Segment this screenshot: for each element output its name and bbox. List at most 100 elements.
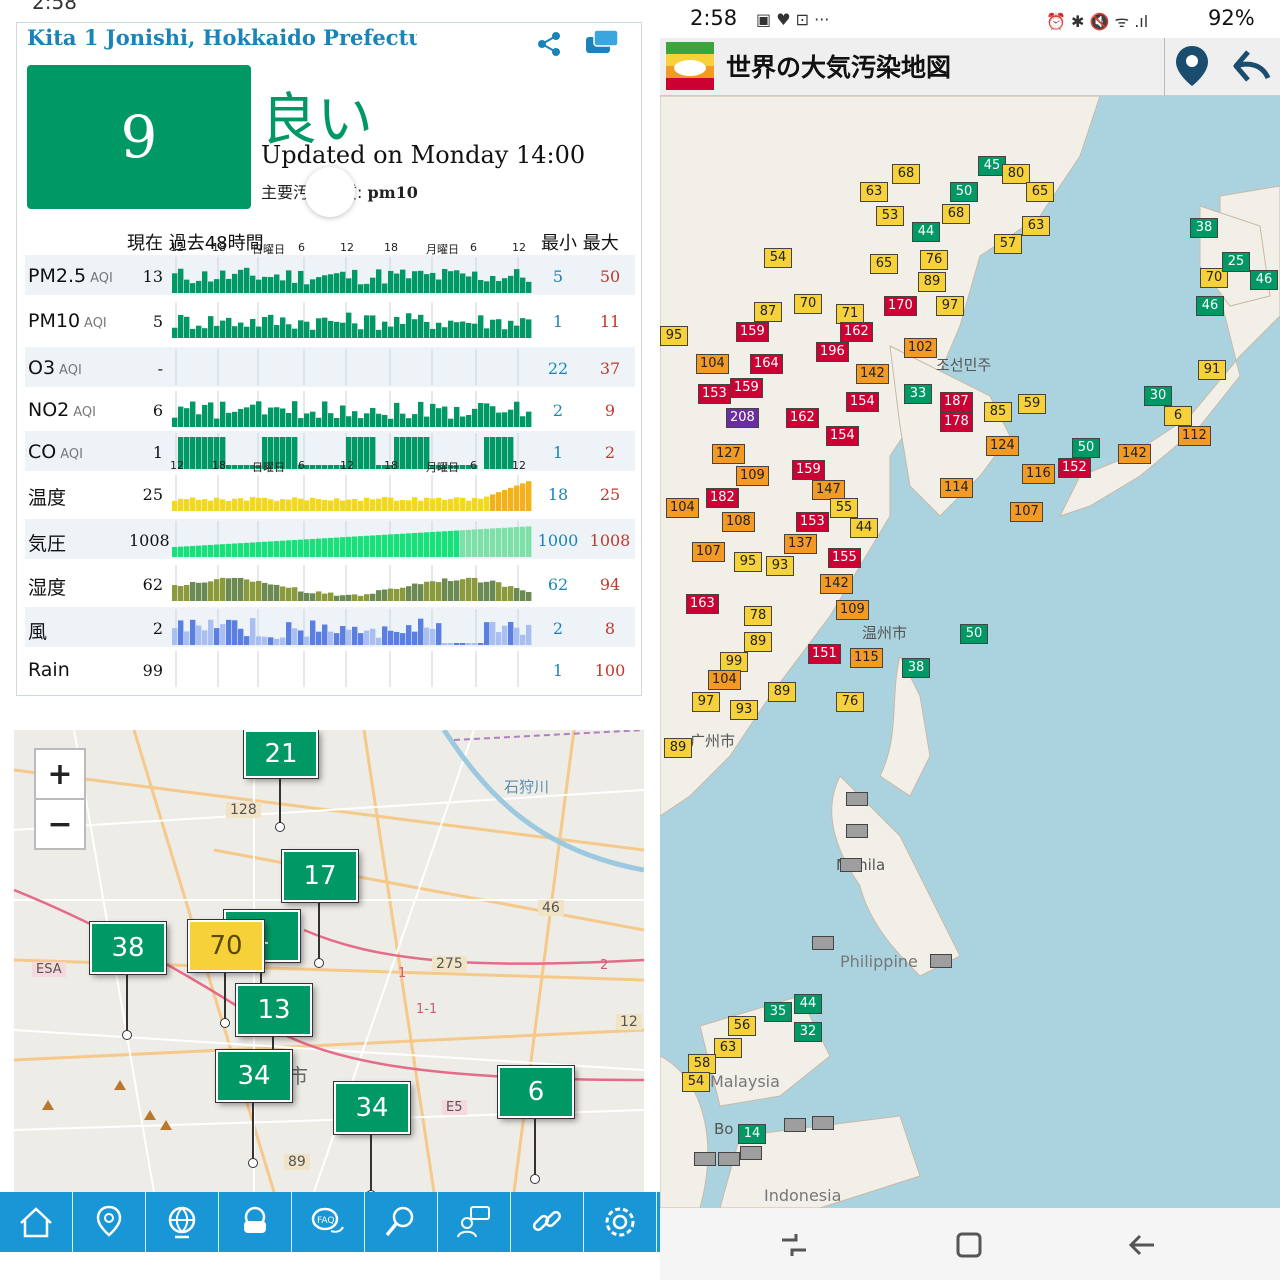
aqi-marker[interactable]: 182 (706, 488, 739, 508)
back-arrow-icon[interactable] (1232, 48, 1272, 84)
aqi-marker[interactable]: 44 (850, 518, 878, 538)
no-data-marker[interactable] (694, 1152, 716, 1166)
aqi-marker[interactable]: 38 (1190, 218, 1218, 238)
aqi-marker[interactable]: 78 (744, 606, 772, 626)
aqi-marker[interactable]: 68 (942, 204, 970, 224)
aqi-marker[interactable]: 53 (876, 206, 904, 226)
aqi-marker[interactable]: 54 (682, 1072, 710, 1092)
nav-button-location-pin[interactable] (73, 1192, 146, 1252)
aqi-marker[interactable]: 112 (1178, 426, 1211, 446)
aqi-marker[interactable]: 196 (816, 342, 849, 362)
aqi-marker[interactable]: 57 (994, 234, 1022, 254)
aqi-marker[interactable]: 30 (1144, 386, 1172, 406)
aqi-marker[interactable]: 97 (692, 692, 720, 712)
aqi-marker[interactable]: 65 (1026, 182, 1054, 202)
aqi-marker[interactable]: 25 (1222, 252, 1250, 272)
aqi-marker[interactable]: 14 (738, 1124, 766, 1144)
back-button-icon[interactable] (1126, 1230, 1158, 1260)
no-data-marker[interactable] (846, 792, 868, 806)
aqi-marker[interactable]: 107 (1010, 502, 1043, 522)
aqi-marker[interactable]: 159 (736, 322, 769, 342)
aqi-marker[interactable]: 115 (850, 648, 883, 668)
no-data-marker[interactable] (846, 824, 868, 838)
aqi-marker[interactable]: 54 (764, 248, 792, 268)
station-name[interactable]: Kita 1 Jonishi, Hokkaido Prefecture (27, 25, 417, 50)
aqi-marker[interactable]: 108 (722, 512, 755, 532)
aqi-marker[interactable]: 89 (744, 632, 772, 652)
nav-button-globe[interactable] (146, 1192, 219, 1252)
aqi-marker[interactable]: 63 (860, 182, 888, 202)
aqi-marker[interactable]: 95 (660, 326, 688, 346)
aqi-marker[interactable]: 187 (940, 392, 973, 412)
aqi-marker[interactable]: 170 (884, 296, 917, 316)
aqi-marker[interactable]: 109 (736, 466, 769, 486)
aqi-marker[interactable]: 44 (912, 222, 940, 242)
aqi-marker[interactable]: 89 (664, 738, 692, 758)
no-data-marker[interactable] (812, 1116, 834, 1130)
compare-icon[interactable] (584, 27, 620, 57)
nav-button-mask[interactable] (219, 1192, 292, 1252)
aqi-marker[interactable]: 151 (808, 644, 841, 664)
aqi-marker[interactable]: 85 (984, 402, 1012, 422)
aqi-marker[interactable]: 154 (846, 392, 879, 412)
nav-button-search[interactable] (365, 1192, 438, 1252)
location-pin-icon[interactable] (1174, 44, 1210, 88)
zoom-in-button[interactable]: + (34, 748, 86, 800)
aqi-marker[interactable]: 80 (1002, 164, 1030, 184)
aqi-marker[interactable]: 107 (692, 542, 725, 562)
aqi-marker[interactable]: 46 (1250, 270, 1278, 290)
aqi-marker[interactable]: 114 (940, 478, 973, 498)
no-data-marker[interactable] (812, 936, 834, 950)
aqi-marker[interactable]: 63 (1022, 216, 1050, 236)
aqi-marker[interactable]: 178 (940, 412, 973, 432)
aqi-marker[interactable]: 124 (986, 436, 1019, 456)
nav-button-faq[interactable]: FAQ (292, 1192, 365, 1252)
nav-button-feedback[interactable] (438, 1192, 511, 1252)
aqi-marker[interactable]: 70 (794, 294, 822, 314)
aqi-marker[interactable]: 93 (766, 556, 794, 576)
aqi-marker[interactable]: 44 (794, 994, 822, 1014)
aqi-marker[interactable]: 58 (688, 1054, 716, 1074)
aqi-marker[interactable]: 50 (960, 624, 988, 644)
aqi-marker[interactable]: 104 (708, 670, 741, 690)
aqi-marker[interactable]: 127 (712, 444, 745, 464)
aqi-marker[interactable]: 159 (730, 378, 763, 398)
no-data-marker[interactable] (740, 1146, 762, 1160)
aqi-marker[interactable]: 142 (856, 364, 889, 384)
aqi-marker[interactable]: 102 (904, 338, 937, 358)
zoom-out-button[interactable]: − (34, 798, 86, 850)
aqi-marker[interactable]: 163 (686, 594, 719, 614)
aqi-marker[interactable]: 164 (750, 354, 783, 374)
aqi-marker[interactable]: 59 (1018, 394, 1046, 414)
aqi-marker[interactable]: 153 (698, 384, 731, 404)
aqi-marker[interactable]: 159 (792, 460, 825, 480)
no-data-marker[interactable] (784, 1118, 806, 1132)
aqi-marker[interactable]: 89 (918, 272, 946, 292)
aqi-marker[interactable]: 91 (1198, 360, 1226, 380)
aqi-marker[interactable]: 55 (830, 498, 858, 518)
aqi-marker[interactable]: 56 (728, 1016, 756, 1036)
asia-map[interactable]: 조선민주 温州市 Philippine Malaysia Indonesia M… (660, 96, 1280, 1208)
aqi-marker[interactable]: 152 (1058, 458, 1091, 478)
aqi-marker[interactable]: 33 (904, 384, 932, 404)
aqi-marker[interactable]: 38 (902, 658, 930, 678)
aqi-marker[interactable]: 99 (720, 652, 748, 672)
aqi-marker[interactable]: 50 (1072, 438, 1100, 458)
aqi-marker[interactable]: 95 (734, 552, 762, 572)
aqi-marker[interactable]: 71 (836, 304, 864, 324)
aqi-marker[interactable]: 93 (730, 700, 758, 720)
aqi-marker[interactable]: 142 (820, 574, 853, 594)
aqi-marker[interactable]: 65 (870, 254, 898, 274)
aqi-marker[interactable]: 208 (726, 408, 759, 428)
aqi-marker[interactable]: 32 (794, 1022, 822, 1042)
aqi-marker[interactable]: 76 (920, 250, 948, 270)
aqi-marker[interactable]: 142 (1118, 444, 1151, 464)
home-button-icon[interactable] (954, 1230, 984, 1260)
aqi-marker[interactable]: 147 (812, 480, 845, 500)
aqi-marker[interactable]: 155 (828, 548, 861, 568)
aqi-marker[interactable]: 89 (768, 682, 796, 702)
aqi-marker[interactable]: 104 (666, 498, 699, 518)
share-icon[interactable] (534, 29, 564, 59)
aqi-marker[interactable]: 104 (696, 354, 729, 374)
aqi-marker[interactable]: 76 (836, 692, 864, 712)
